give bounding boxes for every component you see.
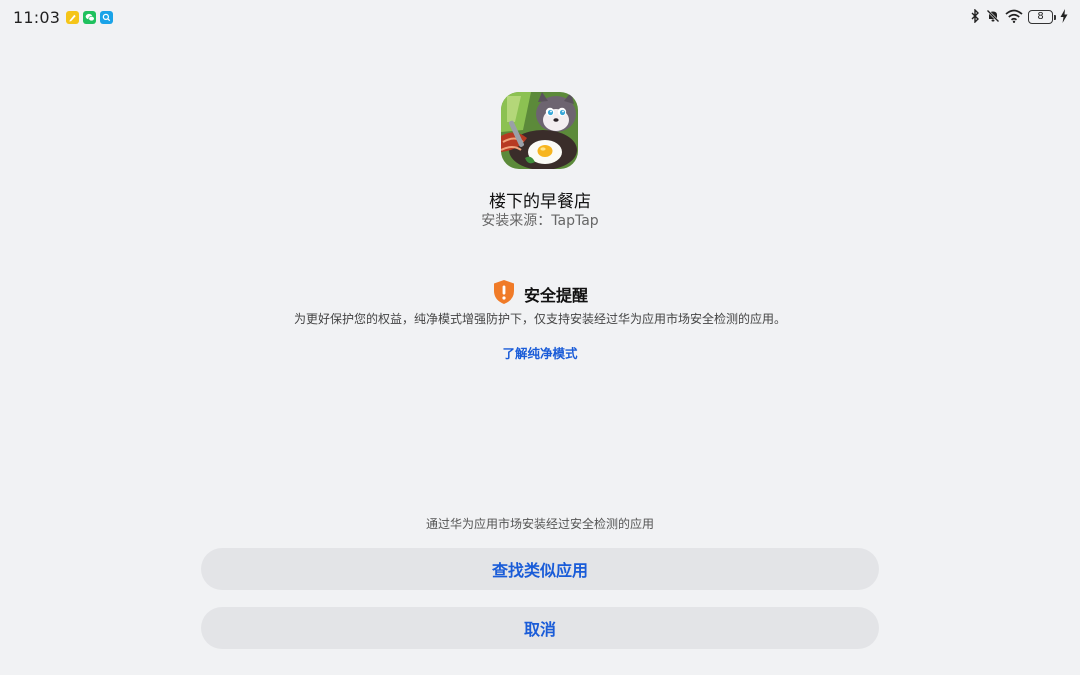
status-bar-left: 11:03 bbox=[13, 7, 114, 27]
shield-warning-icon bbox=[492, 279, 516, 309]
install-block-screen: 11:03 8 楼下的早餐店 安装来源：TapTap 安全提醒 为更好保护您的权… bbox=[0, 0, 1080, 675]
install-source: 安装来源：TapTap bbox=[481, 213, 599, 229]
status-bar-right: 8 bbox=[970, 7, 1068, 27]
security-title: 安全提醒 bbox=[523, 286, 588, 305]
status-bar: 11:03 8 bbox=[0, 0, 1080, 34]
security-description: 为更好保护您的权益，纯净模式增强防护下，仅支持安装经过华为应用市场安全检测的应用… bbox=[293, 312, 786, 326]
mute-icon bbox=[986, 8, 1000, 27]
bottom-hint: 通过华为应用市场安装经过安全检测的应用 bbox=[425, 517, 654, 531]
learn-pure-mode-link[interactable]: 了解纯净模式 bbox=[0, 343, 1080, 362]
battery-icon: 8 bbox=[1028, 10, 1056, 24]
app-icon bbox=[501, 92, 578, 169]
find-similar-apps-button[interactable]: 查找类似应用 bbox=[201, 548, 879, 590]
find-similar-apps-label: 查找类似应用 bbox=[491, 561, 588, 580]
search-app-icon bbox=[100, 10, 114, 24]
battery-level: 8 bbox=[1037, 11, 1044, 22]
cancel-button[interactable]: 取消 bbox=[201, 607, 879, 649]
wechat-icon bbox=[83, 10, 97, 24]
notes-app-icon bbox=[66, 10, 80, 24]
clock: 11:03 bbox=[13, 7, 61, 27]
wifi-icon bbox=[1005, 8, 1023, 27]
security-header: 安全提醒 bbox=[0, 279, 1080, 309]
bluetooth-icon bbox=[970, 7, 981, 27]
charging-icon bbox=[1060, 8, 1068, 27]
app-name: 楼下的早餐店 bbox=[489, 192, 591, 212]
cancel-label: 取消 bbox=[523, 620, 556, 639]
